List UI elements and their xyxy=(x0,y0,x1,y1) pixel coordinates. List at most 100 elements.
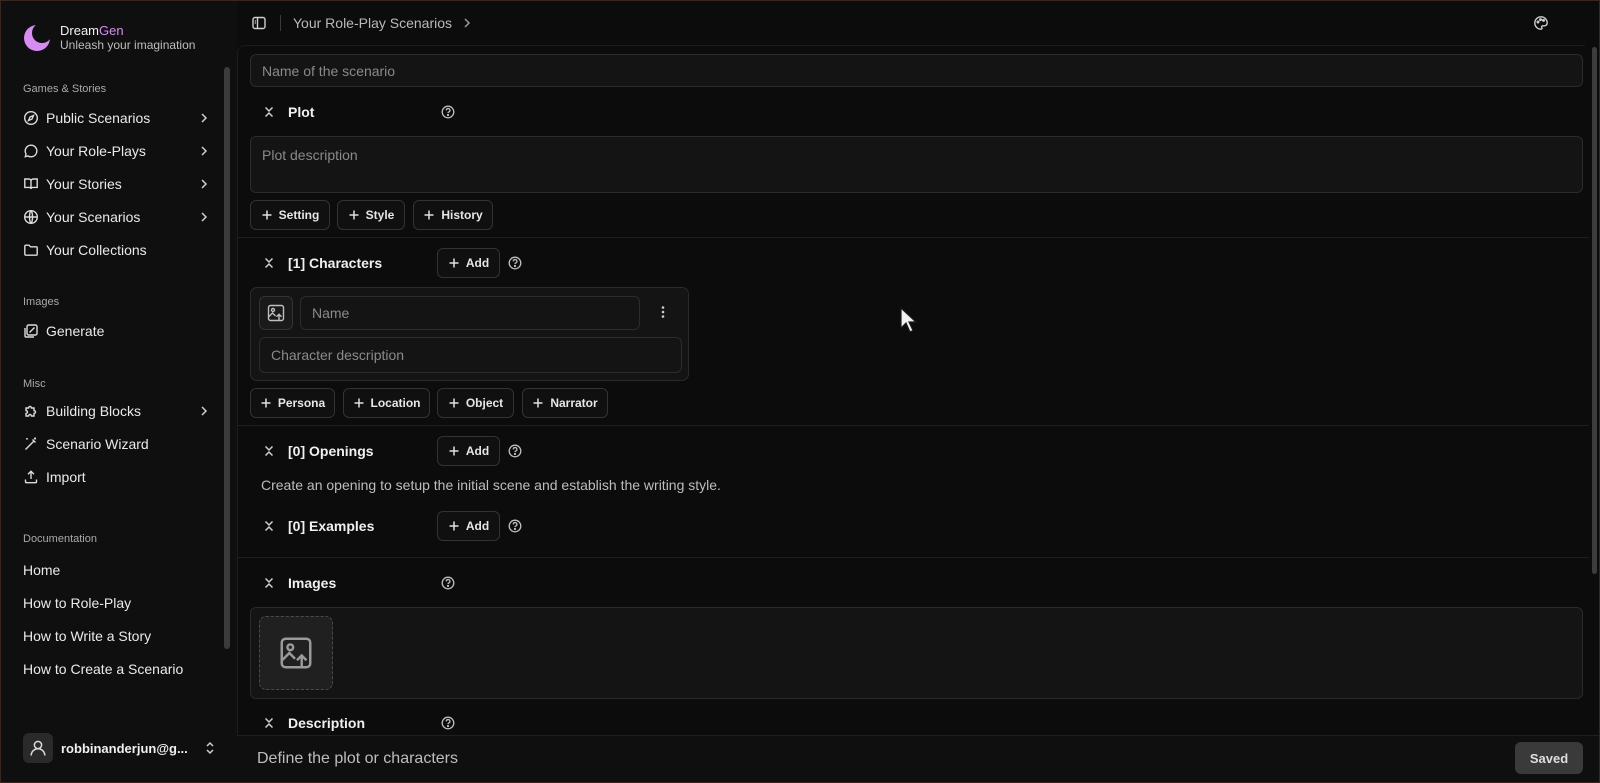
sidebar-item-your-scenarios[interactable]: Your Scenarios xyxy=(17,203,215,231)
section-title-images: Images xyxy=(23,296,60,308)
divider xyxy=(237,557,1589,558)
image-upload-icon xyxy=(267,304,285,322)
help-icon[interactable] xyxy=(508,444,522,458)
help-icon[interactable] xyxy=(508,519,522,533)
plot-description-input[interactable]: Plot description xyxy=(250,136,1583,193)
breadcrumb[interactable]: Your Role-Play Scenarios xyxy=(293,15,474,31)
brand-name: DreamGen xyxy=(60,23,124,38)
openings-hint: Create an opening to setup the initial s… xyxy=(261,477,721,493)
main-scrollbar[interactable] xyxy=(1592,47,1597,574)
section-plot[interactable]: Plot xyxy=(262,104,314,120)
add-persona-button[interactable]: Persona xyxy=(250,388,335,418)
moon-logo-icon xyxy=(24,24,51,51)
chevron-right-icon xyxy=(201,212,208,222)
sidebar-item-your-collections[interactable]: Your Collections xyxy=(17,236,215,264)
prompt-input[interactable]: Define the plot or characters xyxy=(257,750,458,768)
doc-link-home[interactable]: Home xyxy=(17,557,215,583)
globe-icon xyxy=(23,209,39,225)
sidebar-item-building-blocks[interactable]: Building Blocks xyxy=(17,397,215,425)
sidebar-toggle-icon[interactable] xyxy=(251,15,267,31)
sidebar-scrollbar[interactable] xyxy=(224,67,230,649)
puzzle-icon xyxy=(25,405,37,417)
more-vertical-icon[interactable] xyxy=(655,304,671,320)
brand-tagline: Unleash your imagination xyxy=(60,38,196,52)
image-upload-tile[interactable] xyxy=(259,616,333,690)
chevron-right-icon xyxy=(464,18,471,28)
plus-icon xyxy=(262,210,272,220)
help-icon[interactable] xyxy=(441,716,455,730)
plus-icon xyxy=(533,398,543,408)
section-description[interactable]: Description xyxy=(262,715,365,731)
plus-icon xyxy=(449,258,459,268)
avatar xyxy=(23,733,53,763)
collapse-icon xyxy=(264,257,274,269)
palette-icon[interactable] xyxy=(1533,15,1549,31)
plus-icon xyxy=(449,398,459,408)
divider xyxy=(237,237,1589,238)
plus-icon xyxy=(261,398,271,408)
compass-icon xyxy=(23,110,39,126)
character-image-upload[interactable] xyxy=(259,296,293,330)
help-icon[interactable] xyxy=(441,105,455,119)
doc-link-how-to-create-a-scenario[interactable]: How to Create a Scenario xyxy=(17,656,215,682)
chevron-right-icon xyxy=(201,113,208,123)
sidebar-item-your-stories[interactable]: Your Stories xyxy=(17,170,215,198)
doc-link-how-to-role-play[interactable]: How to Role-Play xyxy=(17,590,215,616)
add-setting-button[interactable]: Setting xyxy=(250,200,330,230)
divider xyxy=(280,15,281,31)
section-openings[interactable]: [0] Openings xyxy=(262,443,374,459)
add-location-button[interactable]: Location xyxy=(343,388,430,418)
add-style-button[interactable]: Style xyxy=(337,200,405,230)
doc-link-how-to-write-a-story[interactable]: How to Write a Story xyxy=(17,623,215,649)
top-bar: Your Role-Play Scenarios xyxy=(237,1,1599,45)
add-opening-button[interactable]: Add xyxy=(437,436,500,466)
saved-button[interactable]: Saved xyxy=(1515,742,1583,774)
collapse-icon xyxy=(264,106,274,118)
chevron-right-icon xyxy=(201,146,208,156)
user-icon xyxy=(30,740,46,756)
magic-wand-icon xyxy=(25,437,36,450)
section-examples[interactable]: [0] Examples xyxy=(262,518,374,534)
collapse-icon xyxy=(264,445,274,457)
character-card: Name Character description xyxy=(250,287,689,381)
add-object-button[interactable]: Object xyxy=(437,388,514,418)
bottom-bar: Define the plot or characters Saved xyxy=(237,735,1599,782)
add-history-button[interactable]: History xyxy=(413,200,493,230)
image-upload-icon xyxy=(280,637,312,669)
divider xyxy=(237,425,1589,426)
chevron-right-icon xyxy=(201,406,208,416)
add-character-button[interactable]: Add xyxy=(437,248,500,278)
sidebar-item-import[interactable]: Import xyxy=(17,463,215,491)
help-icon[interactable] xyxy=(508,256,522,270)
sidebar-item-generate[interactable]: Generate xyxy=(17,317,215,345)
help-icon[interactable] xyxy=(441,576,455,590)
section-images[interactable]: Images xyxy=(262,575,336,591)
section-characters[interactable]: [1] Characters xyxy=(262,255,382,271)
collapse-icon xyxy=(264,577,274,589)
brand[interactable]: DreamGen Unleash your imagination xyxy=(23,23,195,53)
user-menu[interactable]: robbinanderjun@g... xyxy=(23,732,223,764)
chat-bubble-icon xyxy=(24,144,38,158)
app-window: DreamGen Unleash your imagination Games … xyxy=(0,0,1600,783)
scenario-name-input[interactable]: Name of the scenario xyxy=(250,54,1583,87)
sidebar-item-scenario-wizard[interactable]: Scenario Wizard xyxy=(17,430,215,458)
plus-icon xyxy=(449,446,459,456)
plus-icon xyxy=(449,521,459,531)
character-name-input[interactable]: Name xyxy=(300,296,640,330)
folder-icon xyxy=(24,244,38,256)
plus-icon xyxy=(349,210,359,220)
add-narrator-button[interactable]: Narrator xyxy=(522,388,608,418)
chevron-right-icon xyxy=(201,179,208,189)
book-open-icon xyxy=(24,178,38,190)
section-title-games: Games & Stories xyxy=(23,83,107,95)
upload-icon xyxy=(24,470,38,484)
sidebar-item-your-role-plays[interactable]: Your Role-Plays xyxy=(17,137,215,165)
image-edit-icon xyxy=(24,324,38,338)
character-description-input[interactable]: Character description xyxy=(259,337,682,373)
chevron-up-down-icon xyxy=(206,741,214,755)
sidebar: DreamGen Unleash your imagination Games … xyxy=(1,1,237,782)
add-example-button[interactable]: Add xyxy=(437,511,500,541)
user-name: robbinanderjun@g... xyxy=(61,740,188,756)
sidebar-item-public-scenarios[interactable]: Public Scenarios xyxy=(17,104,215,132)
mouse-cursor-icon xyxy=(900,306,918,333)
